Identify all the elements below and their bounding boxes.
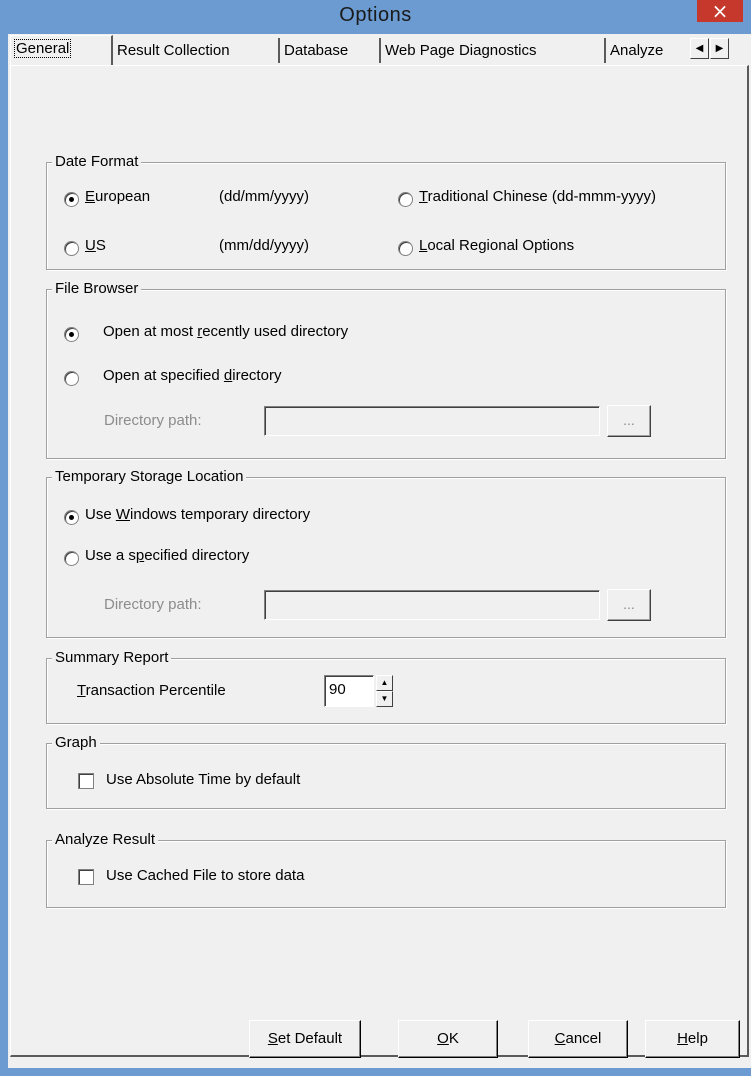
tab-general[interactable]: General <box>10 35 113 65</box>
european-radio[interactable] <box>64 192 79 207</box>
file-browser-path-input[interactable] <box>264 406 600 436</box>
recent-directory-label[interactable]: Open at most recently used directory <box>103 322 348 342</box>
local-regional-radio[interactable] <box>398 241 413 256</box>
help-button[interactable]: Help <box>645 1020 740 1058</box>
windows-temp-label[interactable]: Use Windows temporary directory <box>85 505 310 525</box>
analyze-result-legend: Analyze Result <box>52 830 159 850</box>
window-bottom-border <box>0 1068 751 1076</box>
general-tab-panel: Date Format European (dd/mm/yyyy) US (mm… <box>10 65 749 1057</box>
title-bar[interactable]: Options × <box>0 0 751 34</box>
percentile-down-icon[interactable]: ▼ <box>376 691 393 707</box>
temp-storage-path-label: Directory path: <box>104 596 202 613</box>
tab-scroll-left-icon[interactable]: ◀ <box>690 38 709 59</box>
close-button[interactable]: × <box>697 0 743 22</box>
cached-file-label[interactable]: Use Cached File to store data <box>106 866 304 886</box>
temp-storage-browse-button[interactable]: ... <box>607 589 651 621</box>
set-default-button[interactable]: Set Default <box>249 1020 361 1058</box>
absolute-time-checkbox[interactable] <box>78 773 94 789</box>
windows-temp-radio[interactable] <box>64 510 79 525</box>
recent-directory-radio[interactable] <box>64 327 79 342</box>
percentile-up-icon[interactable]: ▲ <box>376 675 393 691</box>
cancel-button[interactable]: Cancel <box>528 1020 628 1058</box>
tab-result-collection[interactable]: Result Collection <box>113 38 280 63</box>
local-regional-label[interactable]: Local Regional Options <box>419 236 574 256</box>
ok-button[interactable]: OK <box>398 1020 498 1058</box>
options-dialog: Options × General Result Collection Data… <box>0 0 751 1076</box>
summary-report-legend: Summary Report <box>52 648 172 668</box>
temp-storage-legend: Temporary Storage Location <box>52 467 247 487</box>
european-label[interactable]: European <box>85 187 150 207</box>
tab-database-label: Database <box>284 42 349 59</box>
european-format-label: (dd/mm/yyyy) <box>219 188 309 205</box>
tab-result-collection-label: Result Collection <box>117 42 230 59</box>
date-format-legend: Date Format <box>52 152 142 172</box>
us-label[interactable]: US <box>85 236 106 256</box>
graph-legend: Graph <box>52 733 100 753</box>
transaction-percentile-input[interactable]: 90 <box>324 675 374 707</box>
tab-analyze[interactable]: Analyze <box>606 38 688 63</box>
window-title: Options <box>339 4 412 26</box>
tab-general-label: General <box>13 39 72 58</box>
absolute-time-label[interactable]: Use Absolute Time by default <box>106 770 300 790</box>
specified-temp-label[interactable]: Use a specified directory <box>85 546 249 566</box>
dialog-client: General Result Collection Database Web P… <box>8 34 751 1068</box>
specified-temp-radio[interactable] <box>64 551 79 566</box>
date-format-group: Date Format <box>46 152 726 270</box>
traditional-chinese-radio[interactable] <box>398 192 413 207</box>
file-browser-path-label: Directory path: <box>104 412 202 429</box>
tab-scroll-right-icon[interactable]: ▶ <box>710 38 729 59</box>
file-browser-browse-button[interactable]: ... <box>607 405 651 437</box>
cached-file-checkbox[interactable] <box>78 869 94 885</box>
tab-database[interactable]: Database <box>280 38 381 63</box>
tab-web-page-diagnostics[interactable]: Web Page Diagnostics <box>381 38 606 63</box>
transaction-percentile-label: Transaction Percentile <box>77 682 226 699</box>
file-browser-legend: File Browser <box>52 279 142 299</box>
specified-directory-label[interactable]: Open at specified directory <box>103 366 281 386</box>
us-radio[interactable] <box>64 241 79 256</box>
specified-directory-radio[interactable] <box>64 371 79 386</box>
tab-web-page-diagnostics-label: Web Page Diagnostics <box>385 42 537 59</box>
temp-storage-path-input[interactable] <box>264 590 600 620</box>
traditional-chinese-label[interactable]: Traditional Chinese (dd-mmm-yyyy) <box>419 187 656 207</box>
tab-analyze-label: Analyze <box>610 42 664 59</box>
us-format-label: (mm/dd/yyyy) <box>219 237 309 254</box>
